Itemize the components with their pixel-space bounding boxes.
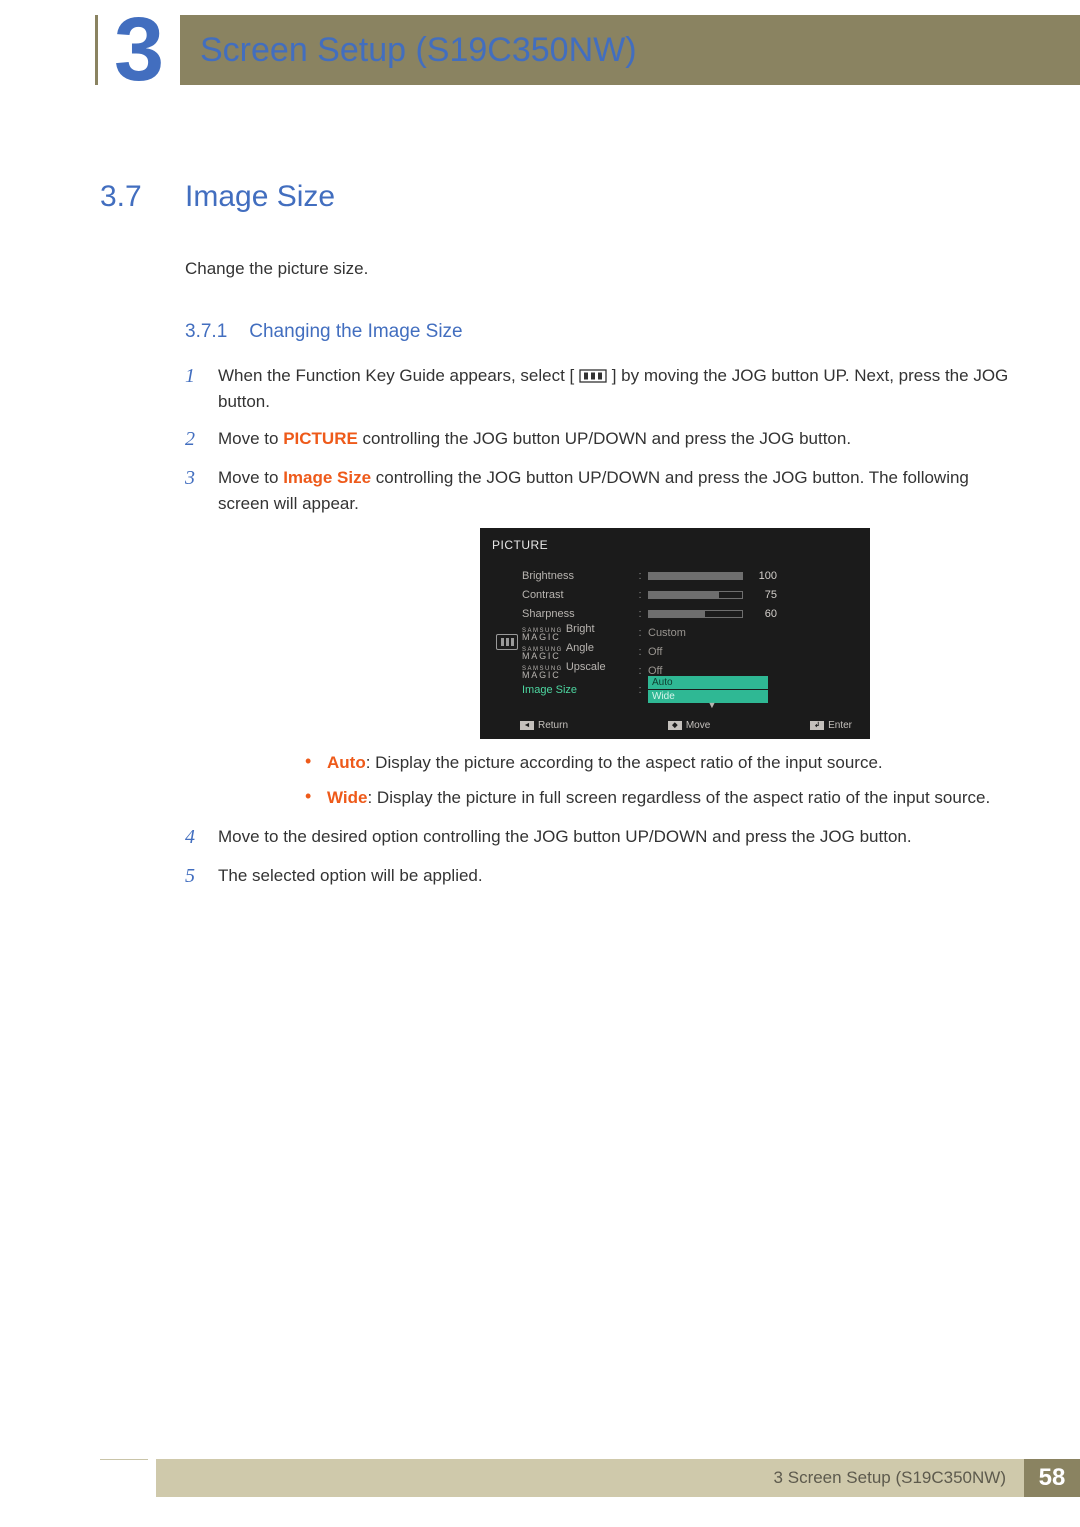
step-4: 4 Move to the desired option controlling… (185, 824, 1010, 851)
bullet-icon: • (305, 786, 311, 808)
step-text: Move to the desired option controlling t… (218, 824, 1010, 850)
subsection-heading: 3.7.1 Changing the Image Size (185, 321, 1010, 343)
step-3: 3 Move to Image Size controlling the JOG… (185, 465, 1010, 516)
section-number: 3.7 (100, 180, 155, 214)
page-number: 58 (1024, 1459, 1080, 1497)
samsung-magic-label: SAMSUNG MAGIC (522, 667, 563, 680)
step-number: 5 (185, 863, 200, 890)
step-number: 2 (185, 426, 200, 453)
step-number: 1 (185, 363, 200, 390)
section-intro: Change the picture size. (185, 259, 1010, 279)
bullet-auto: • Auto: Display the picture according to… (305, 751, 1010, 776)
slider-brightness (648, 572, 743, 580)
step-text: The selected option will be applied. (218, 863, 1010, 889)
chapter-number: 3 (114, 5, 164, 95)
page-footer: 3 Screen Setup (S19C350NW) 58 (100, 1459, 1080, 1497)
step-text: When the Function Key Guide appears, sel… (218, 363, 1010, 414)
osd-return: ◄Return (520, 720, 568, 731)
subsection-title: Changing the Image Size (249, 321, 462, 343)
section-title: Image Size (185, 180, 335, 214)
osd-row-image-size: Image Size : Auto Wide (522, 680, 852, 699)
osd-panel: PICTURE Brightness : 100 Contrast (480, 528, 870, 739)
osd-footer: ◄Return ◆Move ↲Enter (480, 714, 870, 739)
picture-icon (496, 634, 518, 650)
chapter-badge: 3 (98, 0, 180, 100)
osd-row-contrast: Contrast : 75 (522, 585, 852, 604)
samsung-magic-label: SAMSUNG MAGIC (522, 629, 563, 642)
step-number: 3 (185, 465, 200, 492)
step-5: 5 The selected option will be applied. (185, 863, 1010, 890)
osd-row-sharpness: Sharpness : 60 (522, 604, 852, 623)
step-text: Move to PICTURE controlling the JOG butt… (218, 426, 1010, 452)
bullet-icon: • (305, 751, 311, 773)
osd-enter: ↲Enter (810, 720, 852, 731)
footer-label: 3 Screen Setup (S19C350NW) (156, 1459, 1024, 1497)
step-text: Move to Image Size controlling the JOG b… (218, 465, 1010, 516)
highlight-image-size: Image Size (283, 468, 371, 487)
section-heading: 3.7 Image Size (100, 180, 1010, 214)
subsection-number: 3.7.1 (185, 321, 227, 343)
bullet-label-wide: Wide (327, 788, 367, 807)
step-2: 2 Move to PICTURE controlling the JOG bu… (185, 426, 1010, 453)
bullet-wide: • Wide: Display the picture in full scre… (305, 786, 1010, 811)
step-number: 4 (185, 824, 200, 851)
step-1: 1 When the Function Key Guide appears, s… (185, 363, 1010, 414)
bullet-label-auto: Auto (327, 753, 366, 772)
slider-contrast (648, 591, 743, 599)
scroll-down-icon: ▼ (572, 700, 852, 710)
highlight-picture: PICTURE (283, 429, 358, 448)
menu-icon (579, 369, 607, 383)
slider-sharpness (648, 610, 743, 618)
osd-row-brightness: Brightness : 100 (522, 566, 852, 585)
header-bar: Screen Setup (S19C350NW) (95, 15, 1080, 85)
osd-title: PICTURE (480, 534, 870, 558)
osd-row-magic-bright: SAMSUNG MAGIC Bright : Custom (522, 623, 852, 642)
enter-icon: ↲ (810, 721, 824, 730)
samsung-magic-label: SAMSUNG MAGIC (522, 648, 563, 661)
osd-move: ◆Move (668, 720, 710, 731)
osd-row-magic-angle: SAMSUNG MAGIC Angle : Off (522, 642, 852, 661)
return-icon: ◄ (520, 721, 534, 730)
chapter-title: Screen Setup (S19C350NW) (200, 31, 637, 70)
move-icon: ◆ (668, 721, 682, 730)
